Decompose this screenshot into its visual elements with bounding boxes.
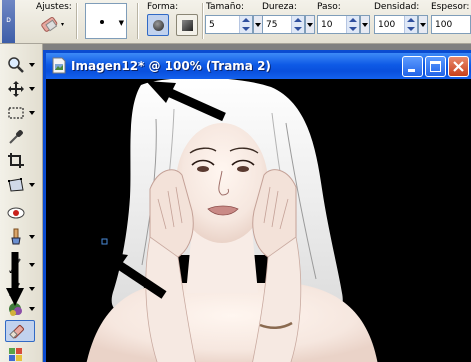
density-input[interactable]: [375, 16, 407, 33]
application-window: ᴅ Ajustes: ▼ Forma: Tamaño: 5 Dureza: 75…: [0, 0, 471, 362]
eraser-icon: [9, 325, 24, 339]
clone-tool[interactable]: [5, 226, 35, 248]
chevron-down-icon: [29, 111, 35, 115]
step-spinner[interactable]: [346, 16, 359, 33]
chevron-down-icon: [29, 87, 35, 91]
square-shape-button[interactable]: [176, 14, 198, 36]
size-field[interactable]: [205, 15, 253, 34]
hardness-input[interactable]: [263, 16, 294, 33]
step-field[interactable]: [317, 15, 360, 34]
thickness-label: Espesor:: [431, 2, 470, 12]
brush-tip-preview[interactable]: ▼: [85, 3, 127, 39]
size-label: Tamaño:: [206, 2, 245, 12]
thickness-input[interactable]: [432, 16, 463, 33]
toolbar-separator: [202, 3, 204, 39]
step-dropdown[interactable]: [360, 15, 370, 34]
close-icon: [453, 61, 464, 72]
eraser-preset-icon: [41, 16, 64, 32]
chevron-down-icon: ▼: [118, 19, 124, 27]
zoom-tool[interactable]: [5, 54, 35, 76]
crop-icon: [8, 153, 24, 168]
presets-label: Ajustes:: [36, 2, 72, 12]
hardness-field[interactable]: [262, 15, 305, 34]
document-title: Imagen12* @ 100% (Trama 2): [71, 59, 271, 73]
tools-palette: [0, 44, 43, 362]
hardness-label: Dureza:: [262, 2, 297, 12]
document-icon: [52, 57, 66, 74]
red-eye-tool[interactable]: [5, 202, 35, 224]
brush-tip-dot: [100, 20, 104, 24]
maximize-icon: [430, 61, 441, 72]
size-input[interactable]: [206, 16, 241, 33]
document-window: Imagen12* @ 100% (Trama 2): [43, 50, 471, 362]
chevron-down-icon: [29, 235, 35, 239]
selection-tool[interactable]: [5, 102, 35, 124]
density-field[interactable]: [374, 15, 418, 34]
toolbar-separator: [76, 3, 78, 39]
tube-icon: [9, 348, 22, 361]
hardness-dropdown[interactable]: [305, 15, 315, 34]
density-spinner[interactable]: [404, 16, 417, 33]
chevron-down-icon: [29, 287, 35, 291]
size-spinner[interactable]: [239, 16, 252, 33]
density-label: Densidad:: [374, 2, 420, 12]
chevron-down-icon: [29, 183, 35, 187]
chevron-down-icon: [29, 307, 35, 311]
chevron-down-icon: [29, 63, 35, 67]
marquee-icon: [8, 107, 24, 119]
density-dropdown[interactable]: [418, 15, 428, 34]
clone-icon: [11, 228, 21, 245]
crop-tool[interactable]: [5, 150, 35, 172]
annotation-arrow: [6, 252, 24, 306]
round-brush-icon: [153, 20, 164, 31]
chevron-down-icon: [29, 263, 35, 267]
deform-icon: [8, 178, 24, 192]
deform-tool[interactable]: [5, 174, 35, 196]
sketch-portrait-image: [46, 79, 471, 362]
hardness-spinner[interactable]: [291, 16, 304, 33]
minimize-button[interactable]: [402, 56, 423, 77]
eraser-tool[interactable]: [5, 320, 35, 342]
presets-button[interactable]: [40, 14, 68, 36]
toolbar-grip-label: ᴅ: [6, 15, 11, 24]
toolbar-grip[interactable]: ᴅ: [2, 0, 15, 43]
shape-label: Forma:: [147, 2, 179, 12]
dropper-icon: [9, 130, 23, 144]
document-titlebar[interactable]: Imagen12* @ 100% (Trama 2): [46, 53, 471, 79]
thickness-field[interactable]: [431, 15, 471, 34]
square-brush-icon: [182, 20, 193, 31]
maximize-button[interactable]: [425, 56, 446, 77]
tool-options-bar: ᴅ Ajustes: ▼ Forma: Tamaño: 5 Dureza: 75…: [0, 0, 471, 44]
image-canvas[interactable]: [46, 79, 471, 362]
move-cross-icon: [8, 81, 24, 97]
eye-icon: [7, 207, 25, 219]
close-button[interactable]: [448, 56, 469, 77]
minimize-icon: [408, 69, 415, 72]
picture-tube-tool[interactable]: [5, 344, 35, 362]
move-tool[interactable]: [5, 78, 35, 100]
step-label: Paso:: [317, 2, 341, 12]
round-shape-button[interactable]: [147, 14, 169, 36]
step-input[interactable]: [318, 16, 349, 33]
magnifier-icon: [8, 57, 24, 73]
toolbar-separator: [137, 3, 139, 39]
eyedropper-tool[interactable]: [5, 126, 35, 148]
